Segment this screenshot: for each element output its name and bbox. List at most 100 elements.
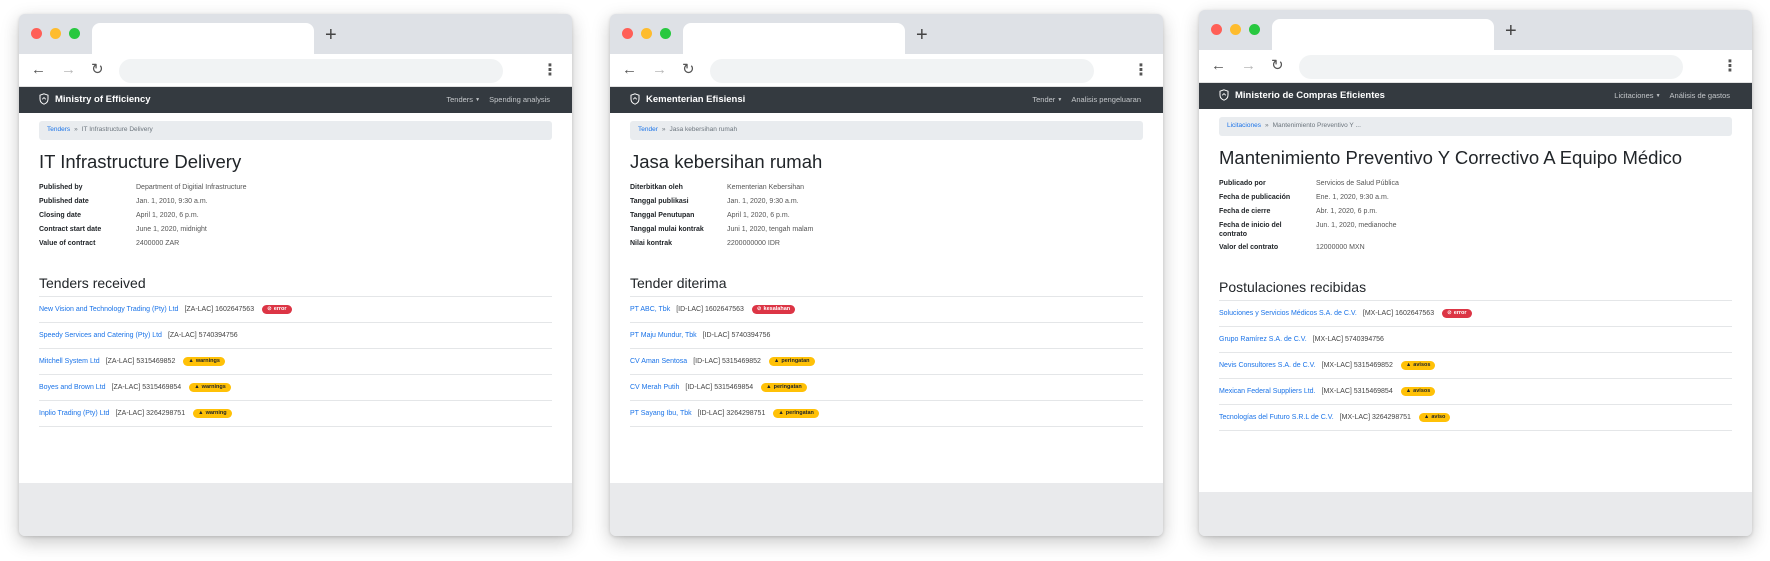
tender-name-link[interactable]: PT Maju Mundur, Tbk — [630, 332, 697, 339]
arrow-left-icon[interactable]: ← — [1211, 57, 1226, 75]
arrow-right-icon[interactable]: → — [652, 61, 667, 79]
error-badge: ⊘ kesalahan — [751, 305, 796, 314]
plus-icon[interactable]: + — [1505, 21, 1517, 41]
tender-name-link[interactable]: Tecnologías del Futuro S.R.L de C.V. — [1219, 414, 1334, 421]
tender-code: [ZA-LAC] 5315469852 — [105, 358, 176, 365]
nav-tenders-dropdown[interactable]: Tenders ▼ — [446, 95, 480, 104]
site-brand[interactable]: Ministerio de Compras Eficientes — [1219, 89, 1385, 101]
close-window-button[interactable] — [31, 28, 42, 39]
warning-triangle-icon: ▲ — [188, 358, 194, 364]
tender-name-link[interactable]: Grupo Ramírez S.A. de C.V. — [1219, 336, 1307, 343]
tender-row: PT Maju Mundur, Tbk [ID-LAC] 5740394756 — [630, 323, 1143, 349]
contract-facts: Published by Department of Digitial Infra… — [39, 183, 552, 253]
nav-tenders-dropdown[interactable]: Tender ▼ — [1032, 95, 1062, 104]
contract-facts: Publicado por Servicios de Salud Pública … — [1219, 179, 1732, 257]
kebab-menu-icon[interactable]: ⋮ — [1722, 56, 1738, 76]
caret-down-icon: ▼ — [475, 97, 481, 103]
maximize-window-button[interactable] — [660, 28, 671, 39]
fact-label: Tanggal Penutupan — [630, 212, 695, 219]
site-brand[interactable]: Ministry of Efficiency — [39, 93, 151, 105]
tab-bar: + — [19, 14, 572, 54]
tender-row: Soluciones y Servicios Médicos S.A. de C… — [1219, 301, 1732, 327]
minimize-window-button[interactable] — [50, 28, 61, 39]
breadcrumb-separator: » — [661, 126, 666, 133]
reload-icon[interactable]: ↻ — [1271, 57, 1284, 75]
contract-facts: Diterbitkan oleh Kementerian Kebersihan T… — [630, 183, 1143, 253]
nav-spending-link[interactable]: Analisis pengeluaran — [1071, 95, 1141, 104]
fact-label: Valor del contrato — [1219, 244, 1279, 251]
breadcrumb-link[interactable]: Licitaciones — [1227, 122, 1261, 129]
fact-row: Fecha de cierre Abr. 1, 2020, 6 p.m. — [1219, 207, 1732, 221]
fact-value: April 1, 2020, 6 p.m. — [727, 212, 790, 219]
page-content: Licitaciones» Mantenimiento Preventivo Y … — [1199, 109, 1752, 492]
breadcrumb: Tender» Jasa kebersihan rumah — [630, 121, 1143, 140]
arrow-left-icon[interactable]: ← — [622, 61, 637, 79]
close-window-button[interactable] — [1211, 24, 1222, 35]
nav-spending-link[interactable]: Spending analysis — [489, 95, 550, 104]
breadcrumb-link[interactable]: Tenders — [47, 126, 70, 133]
reload-icon[interactable]: ↻ — [682, 61, 695, 79]
address-bar[interactable] — [119, 59, 503, 83]
tender-row: CV Aman Sentosa [ID-LAC] 5315469852 ▲ perin… — [630, 349, 1143, 375]
maximize-window-button[interactable] — [1249, 24, 1260, 35]
tender-name-link[interactable]: Boyes and Brown Ltd — [39, 384, 106, 391]
arrow-right-icon[interactable]: → — [1241, 57, 1256, 75]
tender-code: [ZA-LAC] 1602647563 — [184, 306, 255, 313]
nav-spending-link[interactable]: Análisis de gastos — [1670, 91, 1730, 100]
tender-name-link[interactable]: New Vision and Technology Trading (Pty) … — [39, 306, 178, 313]
browser-tab[interactable] — [683, 23, 905, 54]
warning-triangle-icon: ▲ — [1405, 388, 1412, 394]
tender-code: [ID-LAC] 5315469852 — [693, 358, 761, 365]
reload-icon[interactable]: ↻ — [91, 61, 104, 79]
breadcrumb-current: Jasa kebersihan rumah — [669, 126, 738, 133]
fact-label: Diterbitkan oleh — [630, 184, 683, 191]
fact-label: Nilai kontrak — [630, 240, 673, 247]
plus-icon[interactable]: + — [916, 25, 928, 45]
tender-code: [MX-LAC] 5315469852 — [1321, 362, 1393, 369]
minimize-window-button[interactable] — [1230, 24, 1241, 35]
plus-icon[interactable]: + — [325, 25, 337, 45]
browser-tab[interactable] — [92, 23, 314, 54]
warning-badge: ▲ warnings — [183, 357, 225, 366]
fact-value: Kementerian Kebersihan — [727, 184, 805, 191]
maximize-window-button[interactable] — [69, 28, 80, 39]
site-brand[interactable]: Kementerian Efisiensi — [630, 93, 745, 105]
badge-label: kesalahan — [763, 306, 791, 312]
tender-name-link[interactable]: Mitchell System Ltd — [39, 358, 100, 365]
caret-down-icon: ▼ — [1655, 93, 1661, 99]
tender-code: [ID-LAC] 5315469854 — [685, 384, 754, 391]
arrow-right-icon[interactable]: → — [61, 61, 76, 79]
tender-name-link[interactable]: Inplio Trading (Pty) Ltd — [39, 410, 109, 417]
fact-label: Tanggal mulai kontrak — [630, 226, 704, 233]
fact-value: June 1, 2020, midnight — [136, 226, 207, 233]
address-bar[interactable] — [1299, 55, 1683, 79]
tender-row: Grupo Ramírez S.A. de C.V. [MX-LAC] 57403… — [1219, 327, 1732, 353]
kebab-menu-icon[interactable]: ⋮ — [542, 60, 558, 80]
tender-code: [ID-LAC] 3264298751 — [697, 410, 766, 417]
tender-name-link[interactable]: CV Merah Putih — [630, 384, 679, 391]
warning-triangle-icon: ▲ — [1405, 362, 1412, 368]
browser-toolbar: ← → ↻ ⋮ — [19, 54, 572, 87]
tender-row: Nevis Consultores S.A. de C.V. [MX-LAC] 5… — [1219, 353, 1732, 379]
address-bar[interactable] — [710, 59, 1094, 83]
tender-name-link[interactable]: PT ABC, Tbk — [630, 306, 670, 313]
fact-row: Diterbitkan oleh Kementerian Kebersihan — [630, 183, 1143, 197]
tender-name-link[interactable]: PT Sayang Ibu, Tbk — [630, 410, 692, 417]
tender-name-link[interactable]: Nevis Consultores S.A. de C.V. — [1219, 362, 1316, 369]
page-title: Jasa kebersihan rumah — [630, 151, 823, 172]
fact-value: 12000000 MXN — [1316, 244, 1365, 251]
kebab-menu-icon[interactable]: ⋮ — [1133, 60, 1149, 80]
breadcrumb-link[interactable]: Tender — [638, 126, 658, 133]
tender-name-link[interactable]: Mexican Federal Suppliers Ltd. — [1219, 388, 1316, 395]
arrow-left-icon[interactable]: ← — [31, 61, 46, 79]
tender-name-link[interactable]: Speedy Services and Catering (Pty) Ltd — [39, 332, 162, 339]
nav-tenders-dropdown[interactable]: Licitaciones ▼ — [1614, 91, 1660, 100]
browser-tab[interactable] — [1272, 19, 1494, 50]
minimize-window-button[interactable] — [641, 28, 652, 39]
tender-name-link[interactable]: Soluciones y Servicios Médicos S.A. de C… — [1219, 310, 1357, 317]
tab-bar: + — [610, 14, 1163, 54]
badge-label: error — [1453, 310, 1467, 316]
shield-logo-icon — [39, 93, 49, 105]
tender-name-link[interactable]: CV Aman Sentosa — [630, 358, 687, 365]
close-window-button[interactable] — [622, 28, 633, 39]
